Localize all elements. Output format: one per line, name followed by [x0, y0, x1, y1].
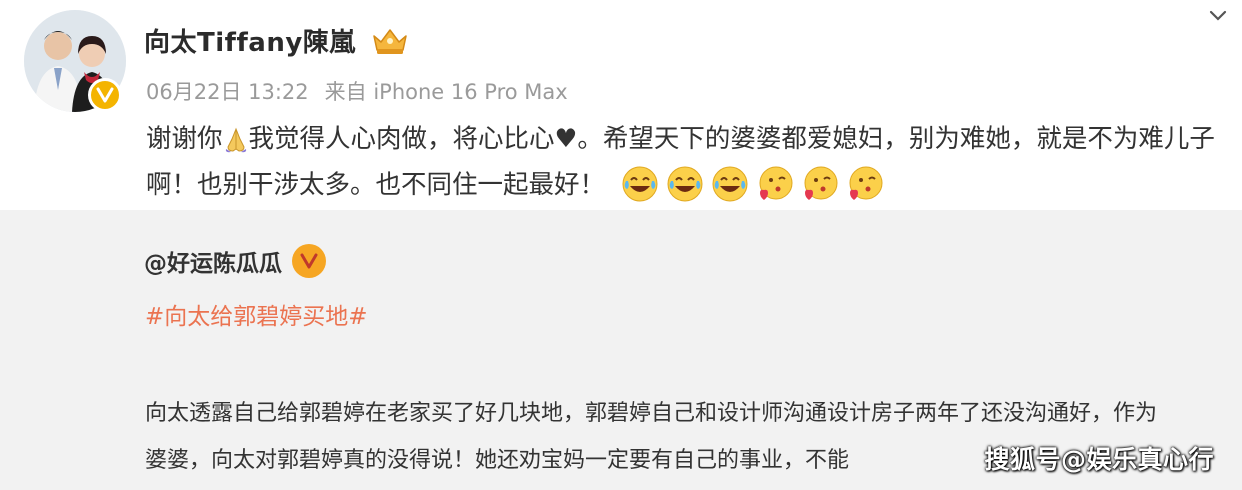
pray-emoji-icon	[225, 127, 246, 153]
emoji-row	[621, 165, 884, 203]
watermark: 搜狐号@娱乐真心行	[984, 445, 1214, 474]
vip-crown-icon[interactable]	[370, 26, 410, 56]
blow-kiss-emoji-icon	[849, 166, 883, 200]
verified-badge	[88, 78, 122, 112]
blow-kiss-emoji-icon	[804, 166, 838, 200]
laugh-cry-emoji-icon	[712, 166, 748, 202]
hashtag-link[interactable]: #向太给郭碧婷买地#	[145, 297, 368, 331]
username[interactable]: 向太Tiffany陳嵐	[144, 22, 356, 59]
chevron-down-icon[interactable]	[1208, 6, 1228, 26]
laugh-cry-emoji-icon	[622, 166, 658, 202]
post-source: 来自 iPhone 16 Pro Max	[324, 80, 568, 104]
post-text: 谢谢你 我觉得人心肉做，将心比心♥。希望天下的婆婆都爱媳妇，别为难她，就是不为难…	[146, 116, 1226, 208]
post-header: 向太Tiffany陳嵐	[144, 22, 410, 59]
post-text-part1: 谢谢你	[146, 124, 223, 154]
post-meta: 06月22日 13:22 来自 iPhone 16 Pro Max	[146, 76, 568, 106]
repost-username[interactable]: @好运陈瓜瓜	[144, 244, 282, 278]
post-timestamp[interactable]: 06月22日 13:22	[146, 76, 309, 106]
verified-badge	[292, 244, 326, 278]
repost-author: @好运陈瓜瓜	[144, 244, 326, 278]
blow-kiss-emoji-icon	[759, 166, 793, 200]
verified-v-icon	[96, 87, 114, 103]
reposted-content[interactable]: @好运陈瓜瓜 #向太给郭碧婷买地# 向太透露自己给郭碧婷在老家买了好几块地，郭碧…	[0, 210, 1242, 490]
verified-v-icon	[300, 253, 318, 269]
laugh-cry-emoji-icon	[667, 166, 703, 202]
weibo-post-card: 向太Tiffany陳嵐 06月22日 13:22 来自 iPhone 16 Pr…	[0, 0, 1242, 490]
